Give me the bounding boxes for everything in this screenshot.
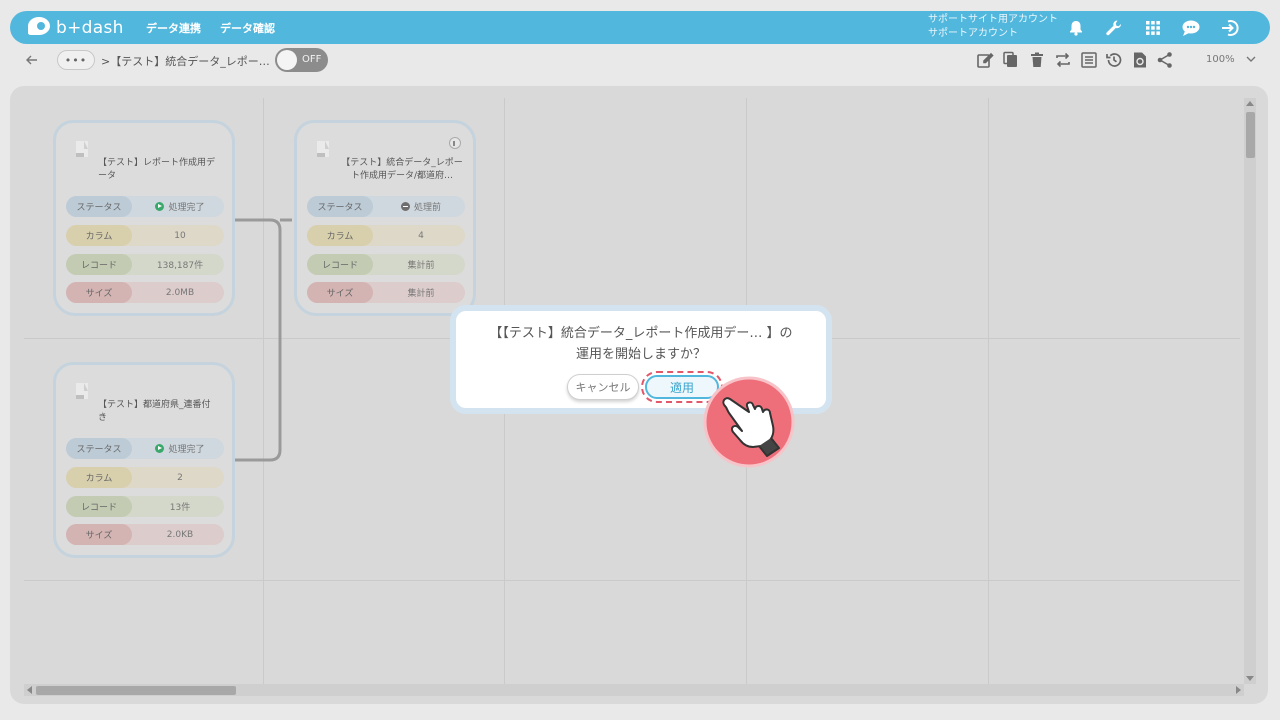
horizontal-scrollbar[interactable] xyxy=(24,684,1244,696)
copy-icon[interactable] xyxy=(1002,51,1020,69)
cancel-button[interactable]: キャンセル xyxy=(567,374,639,400)
history-icon[interactable] xyxy=(1105,51,1123,69)
status-row: ステータス 処理完了 xyxy=(66,196,224,217)
row-key: レコード xyxy=(66,254,132,275)
row-key: カラム xyxy=(66,225,132,246)
row-key: レコード xyxy=(66,496,132,517)
edit-icon[interactable] xyxy=(976,51,994,69)
row-value: 10 xyxy=(174,230,186,241)
vertical-scrollbar[interactable] xyxy=(1244,98,1256,684)
app-header: b+dash データ連携 データ確認 サポートサイト用アカウント サポートアカウ… xyxy=(10,11,1270,44)
nav-data-check[interactable]: データ確認 xyxy=(220,20,275,36)
vertical-scroll-thumb[interactable] xyxy=(1246,112,1255,158)
row-key: ステータス xyxy=(307,196,373,217)
wrench-icon[interactable] xyxy=(1103,17,1125,39)
row-key: サイズ xyxy=(307,282,373,303)
list-icon[interactable] xyxy=(1080,51,1098,69)
account-info[interactable]: サポートサイト用アカウント サポートアカウント xyxy=(928,13,1058,41)
column-row: カラム 10 xyxy=(66,225,224,246)
row-value: 138,187件 xyxy=(156,261,204,271)
row-key: カラム xyxy=(307,225,373,246)
row-key: サイズ xyxy=(66,282,132,303)
record-row: レコード 集計前 xyxy=(307,254,465,275)
chevron-down-icon xyxy=(1246,56,1256,62)
status-value: 処理前 xyxy=(413,203,441,213)
breadcrumb-more-button[interactable]: ••• xyxy=(57,50,95,70)
node-card-prefecture-data[interactable]: 【テスト】都道府県_連番付き ステータス 処理完了 カラム 2 レコード 13件… xyxy=(53,362,235,558)
account-line1: サポートサイト用アカウント xyxy=(928,14,1058,25)
breadcrumb: >【テスト】統合データ_レポー… xyxy=(101,55,270,68)
size-row: サイズ 2.0KB xyxy=(66,524,224,545)
row-value: 集計前 xyxy=(407,289,435,299)
apps-grid-icon[interactable] xyxy=(1142,17,1164,39)
status-pending-icon xyxy=(400,202,410,211)
status-done-icon xyxy=(155,202,165,211)
back-arrow-icon[interactable] xyxy=(24,52,40,68)
row-value: 集計前 xyxy=(407,261,435,271)
row-value: 2.0MB xyxy=(165,287,195,298)
share-icon[interactable] xyxy=(1156,51,1174,69)
bell-icon[interactable] xyxy=(1065,17,1087,39)
size-row: サイズ 2.0MB xyxy=(66,282,224,303)
dialog-message: 【【テスト】統合データ_レポート作成用デー… 】の 運用を開始しますか？ xyxy=(456,323,826,365)
status-row: ステータス 処理前 xyxy=(307,196,465,217)
dialog-line2: 運用を開始しますか？ xyxy=(575,347,706,362)
card-title: 【テスト】都道府県_連番付き xyxy=(98,400,211,423)
row-key: カラム xyxy=(66,467,132,488)
column-row: カラム 4 xyxy=(307,225,465,246)
row-value: 2.0KB xyxy=(166,529,194,540)
status-done-icon xyxy=(155,444,165,453)
card-title: 【テスト】統合データ_レポート作成用データ/都道府… xyxy=(341,158,463,181)
zoom-value: 100% xyxy=(1206,54,1235,65)
swap-icon[interactable] xyxy=(1054,51,1072,69)
node-card-report-data[interactable]: 【テスト】レポート作成用データ ステータス 処理完了 カラム 10 レコード 1… xyxy=(53,120,235,316)
row-value: 13件 xyxy=(169,503,191,513)
toggle-label: OFF xyxy=(302,54,322,65)
trash-icon[interactable] xyxy=(1028,51,1046,69)
flow-connector xyxy=(234,218,292,462)
chat-icon[interactable] xyxy=(1180,17,1202,39)
status-value: 処理完了 xyxy=(168,203,205,213)
card-title: 【テスト】レポート作成用データ xyxy=(98,158,216,181)
status-row: ステータス 処理完了 xyxy=(66,438,224,459)
refresh-doc-icon[interactable] xyxy=(1131,51,1149,69)
record-row: レコード 13件 xyxy=(66,496,224,517)
row-key: ステータス xyxy=(66,438,132,459)
scroll-up-icon[interactable] xyxy=(1246,101,1254,106)
logo-text: b+dash xyxy=(56,17,124,38)
row-key: ステータス xyxy=(66,196,132,217)
card-info-icon[interactable] xyxy=(449,137,461,149)
scroll-down-icon[interactable] xyxy=(1246,676,1254,681)
logout-icon[interactable] xyxy=(1219,17,1241,39)
file-icon xyxy=(317,141,329,157)
file-icon xyxy=(76,383,88,399)
account-line2: サポートアカウント xyxy=(928,28,1018,39)
scroll-left-icon[interactable] xyxy=(27,686,32,694)
size-row: サイズ 集計前 xyxy=(307,282,465,303)
operation-toggle[interactable]: OFF xyxy=(275,48,328,72)
logo-mark-icon xyxy=(26,16,52,39)
logo[interactable]: b+dash xyxy=(26,15,124,40)
row-value: 4 xyxy=(418,230,424,241)
row-value: 2 xyxy=(177,472,183,483)
row-key: サイズ xyxy=(66,524,132,545)
status-value: 処理完了 xyxy=(168,445,205,455)
record-row: レコード 138,187件 xyxy=(66,254,224,275)
nav-data-link[interactable]: データ連携 xyxy=(146,20,201,36)
node-card-integrated-data[interactable]: 【テスト】統合データ_レポート作成用データ/都道府… ステータス 処理前 カラム… xyxy=(294,120,476,316)
dialog-line1: 【【テスト】統合データ_レポート作成用デー… 】の xyxy=(489,326,793,341)
column-row: カラム 2 xyxy=(66,467,224,488)
horizontal-scroll-thumb[interactable] xyxy=(36,686,236,695)
file-icon xyxy=(76,141,88,157)
zoom-select[interactable]: 100% xyxy=(1186,51,1261,69)
row-key: レコード xyxy=(307,254,373,275)
scroll-right-icon[interactable] xyxy=(1236,686,1241,694)
pointing-hand-icon xyxy=(703,376,795,468)
